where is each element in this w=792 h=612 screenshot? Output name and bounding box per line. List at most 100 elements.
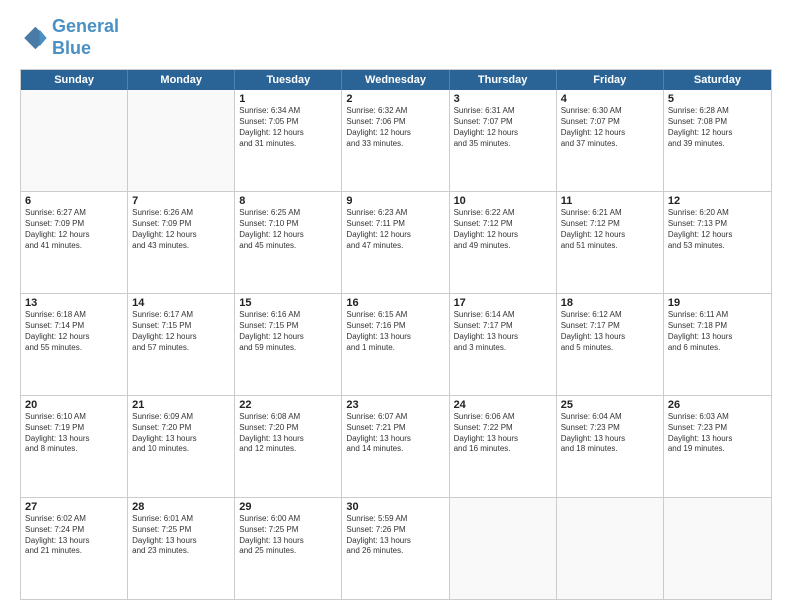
calendar-row-5: 27Sunrise: 6:02 AM Sunset: 7:24 PM Dayli…	[21, 498, 771, 599]
header-cell-wednesday: Wednesday	[342, 70, 449, 90]
day-info: Sunrise: 6:17 AM Sunset: 7:15 PM Dayligh…	[132, 310, 230, 353]
day-cell-28: 28Sunrise: 6:01 AM Sunset: 7:25 PM Dayli…	[128, 498, 235, 599]
day-cell-27: 27Sunrise: 6:02 AM Sunset: 7:24 PM Dayli…	[21, 498, 128, 599]
day-cell-13: 13Sunrise: 6:18 AM Sunset: 7:14 PM Dayli…	[21, 294, 128, 395]
day-number: 27	[25, 501, 123, 513]
day-info: Sunrise: 6:07 AM Sunset: 7:21 PM Dayligh…	[346, 412, 444, 455]
day-cell-23: 23Sunrise: 6:07 AM Sunset: 7:21 PM Dayli…	[342, 396, 449, 497]
day-number: 20	[25, 399, 123, 411]
day-number: 5	[668, 93, 767, 105]
day-info: Sunrise: 6:01 AM Sunset: 7:25 PM Dayligh…	[132, 514, 230, 557]
day-number: 3	[454, 93, 552, 105]
logo: General Blue	[20, 16, 119, 59]
header-cell-saturday: Saturday	[664, 70, 771, 90]
day-info: Sunrise: 6:21 AM Sunset: 7:12 PM Dayligh…	[561, 208, 659, 251]
day-info: Sunrise: 6:15 AM Sunset: 7:16 PM Dayligh…	[346, 310, 444, 353]
day-cell-21: 21Sunrise: 6:09 AM Sunset: 7:20 PM Dayli…	[128, 396, 235, 497]
calendar-row-3: 13Sunrise: 6:18 AM Sunset: 7:14 PM Dayli…	[21, 294, 771, 396]
header-cell-thursday: Thursday	[450, 70, 557, 90]
day-cell-18: 18Sunrise: 6:12 AM Sunset: 7:17 PM Dayli…	[557, 294, 664, 395]
day-number: 19	[668, 297, 767, 309]
day-info: Sunrise: 6:04 AM Sunset: 7:23 PM Dayligh…	[561, 412, 659, 455]
day-number: 16	[346, 297, 444, 309]
day-cell-25: 25Sunrise: 6:04 AM Sunset: 7:23 PM Dayli…	[557, 396, 664, 497]
day-cell-9: 9Sunrise: 6:23 AM Sunset: 7:11 PM Daylig…	[342, 192, 449, 293]
empty-cell	[128, 90, 235, 191]
day-number: 14	[132, 297, 230, 309]
day-number: 23	[346, 399, 444, 411]
day-cell-12: 12Sunrise: 6:20 AM Sunset: 7:13 PM Dayli…	[664, 192, 771, 293]
day-number: 6	[25, 195, 123, 207]
day-info: Sunrise: 6:08 AM Sunset: 7:20 PM Dayligh…	[239, 412, 337, 455]
day-number: 11	[561, 195, 659, 207]
day-number: 29	[239, 501, 337, 513]
day-info: Sunrise: 6:12 AM Sunset: 7:17 PM Dayligh…	[561, 310, 659, 353]
day-info: Sunrise: 6:06 AM Sunset: 7:22 PM Dayligh…	[454, 412, 552, 455]
header-cell-friday: Friday	[557, 70, 664, 90]
day-cell-4: 4Sunrise: 6:30 AM Sunset: 7:07 PM Daylig…	[557, 90, 664, 191]
day-info: Sunrise: 6:32 AM Sunset: 7:06 PM Dayligh…	[346, 106, 444, 149]
calendar-row-1: 1Sunrise: 6:34 AM Sunset: 7:05 PM Daylig…	[21, 90, 771, 192]
day-number: 10	[454, 195, 552, 207]
empty-cell	[21, 90, 128, 191]
day-info: Sunrise: 6:23 AM Sunset: 7:11 PM Dayligh…	[346, 208, 444, 251]
day-info: Sunrise: 6:25 AM Sunset: 7:10 PM Dayligh…	[239, 208, 337, 251]
day-number: 17	[454, 297, 552, 309]
day-number: 18	[561, 297, 659, 309]
day-number: 7	[132, 195, 230, 207]
day-cell-14: 14Sunrise: 6:17 AM Sunset: 7:15 PM Dayli…	[128, 294, 235, 395]
logo-text: General Blue	[52, 16, 119, 59]
day-info: Sunrise: 6:26 AM Sunset: 7:09 PM Dayligh…	[132, 208, 230, 251]
day-cell-8: 8Sunrise: 6:25 AM Sunset: 7:10 PM Daylig…	[235, 192, 342, 293]
header-cell-sunday: Sunday	[21, 70, 128, 90]
day-number: 1	[239, 93, 337, 105]
day-cell-2: 2Sunrise: 6:32 AM Sunset: 7:06 PM Daylig…	[342, 90, 449, 191]
day-number: 9	[346, 195, 444, 207]
day-info: Sunrise: 6:14 AM Sunset: 7:17 PM Dayligh…	[454, 310, 552, 353]
day-number: 4	[561, 93, 659, 105]
day-cell-7: 7Sunrise: 6:26 AM Sunset: 7:09 PM Daylig…	[128, 192, 235, 293]
day-info: Sunrise: 6:11 AM Sunset: 7:18 PM Dayligh…	[668, 310, 767, 353]
day-info: Sunrise: 6:22 AM Sunset: 7:12 PM Dayligh…	[454, 208, 552, 251]
day-info: Sunrise: 6:10 AM Sunset: 7:19 PM Dayligh…	[25, 412, 123, 455]
day-cell-5: 5Sunrise: 6:28 AM Sunset: 7:08 PM Daylig…	[664, 90, 771, 191]
day-info: Sunrise: 6:28 AM Sunset: 7:08 PM Dayligh…	[668, 106, 767, 149]
day-cell-30: 30Sunrise: 5:59 AM Sunset: 7:26 PM Dayli…	[342, 498, 449, 599]
day-number: 26	[668, 399, 767, 411]
day-number: 13	[25, 297, 123, 309]
day-info: Sunrise: 6:00 AM Sunset: 7:25 PM Dayligh…	[239, 514, 337, 557]
day-info: Sunrise: 6:03 AM Sunset: 7:23 PM Dayligh…	[668, 412, 767, 455]
calendar-header: SundayMondayTuesdayWednesdayThursdayFrid…	[21, 70, 771, 90]
empty-cell	[450, 498, 557, 599]
logo-icon	[20, 24, 48, 52]
day-cell-3: 3Sunrise: 6:31 AM Sunset: 7:07 PM Daylig…	[450, 90, 557, 191]
day-info: Sunrise: 5:59 AM Sunset: 7:26 PM Dayligh…	[346, 514, 444, 557]
day-cell-20: 20Sunrise: 6:10 AM Sunset: 7:19 PM Dayli…	[21, 396, 128, 497]
day-info: Sunrise: 6:20 AM Sunset: 7:13 PM Dayligh…	[668, 208, 767, 251]
day-cell-1: 1Sunrise: 6:34 AM Sunset: 7:05 PM Daylig…	[235, 90, 342, 191]
day-cell-17: 17Sunrise: 6:14 AM Sunset: 7:17 PM Dayli…	[450, 294, 557, 395]
day-number: 22	[239, 399, 337, 411]
calendar-row-2: 6Sunrise: 6:27 AM Sunset: 7:09 PM Daylig…	[21, 192, 771, 294]
day-cell-26: 26Sunrise: 6:03 AM Sunset: 7:23 PM Dayli…	[664, 396, 771, 497]
day-number: 21	[132, 399, 230, 411]
calendar: SundayMondayTuesdayWednesdayThursdayFrid…	[20, 69, 772, 600]
header-cell-monday: Monday	[128, 70, 235, 90]
day-number: 24	[454, 399, 552, 411]
day-number: 28	[132, 501, 230, 513]
day-info: Sunrise: 6:31 AM Sunset: 7:07 PM Dayligh…	[454, 106, 552, 149]
day-number: 25	[561, 399, 659, 411]
day-number: 15	[239, 297, 337, 309]
calendar-row-4: 20Sunrise: 6:10 AM Sunset: 7:19 PM Dayli…	[21, 396, 771, 498]
day-cell-22: 22Sunrise: 6:08 AM Sunset: 7:20 PM Dayli…	[235, 396, 342, 497]
day-info: Sunrise: 6:02 AM Sunset: 7:24 PM Dayligh…	[25, 514, 123, 557]
day-cell-15: 15Sunrise: 6:16 AM Sunset: 7:15 PM Dayli…	[235, 294, 342, 395]
day-cell-19: 19Sunrise: 6:11 AM Sunset: 7:18 PM Dayli…	[664, 294, 771, 395]
day-cell-29: 29Sunrise: 6:00 AM Sunset: 7:25 PM Dayli…	[235, 498, 342, 599]
day-number: 30	[346, 501, 444, 513]
day-number: 12	[668, 195, 767, 207]
header-cell-tuesday: Tuesday	[235, 70, 342, 90]
day-number: 2	[346, 93, 444, 105]
empty-cell	[664, 498, 771, 599]
empty-cell	[557, 498, 664, 599]
